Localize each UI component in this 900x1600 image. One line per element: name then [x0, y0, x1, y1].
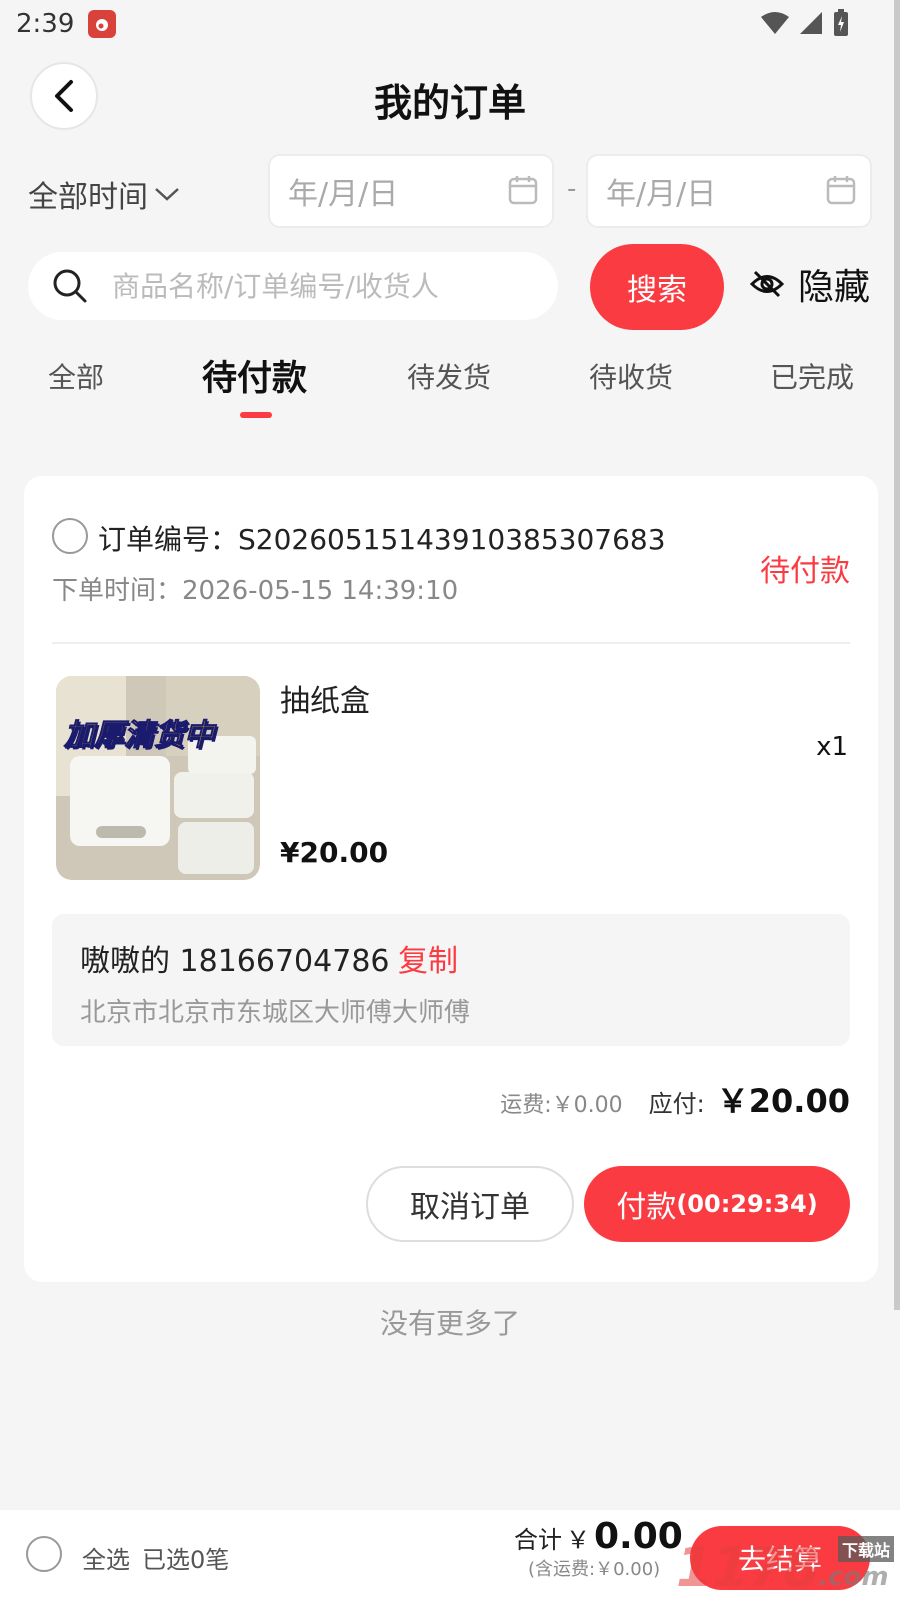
weibo-notification-icon — [88, 10, 117, 38]
pay-countdown: (00:29:34) — [676, 1190, 818, 1218]
search-icon — [53, 269, 87, 303]
search-row: 搜索 隐藏 — [0, 244, 900, 330]
divider — [52, 642, 850, 644]
tab-completed[interactable]: 已完成 — [770, 356, 854, 396]
watermark-tag: 下载站 — [837, 1536, 894, 1562]
order-time-value: 2026-05-15 14:39:10 — [182, 576, 459, 606]
product-price: ¥20.00 — [280, 836, 389, 869]
order-select-checkbox[interactable] — [52, 518, 88, 554]
order-status-badge: 待付款 — [760, 554, 850, 589]
product-quantity: x1 — [816, 732, 848, 762]
list-end-text: 没有更多了 — [379, 1307, 520, 1340]
cancel-order-button[interactable]: 取消订单 — [366, 1166, 574, 1242]
total-summary: 合计 ￥ 0.00 (含运费:￥0.00) — [514, 1516, 683, 1581]
total-currency: ￥ — [566, 1526, 590, 1554]
product-image-caption: 加厚清货中 — [64, 718, 215, 754]
watermark-logo: 1178 .com 下载站 — [676, 1534, 900, 1600]
total-value: 0.00 — [594, 1516, 683, 1557]
order-number-label: 订单编号： — [98, 523, 239, 556]
pay-button-label: 付款 — [616, 1190, 677, 1225]
battery-icon — [834, 9, 848, 36]
search-button[interactable]: 搜索 — [590, 244, 724, 330]
order-number-value: S20260515143910385307683 — [238, 523, 666, 556]
product-image[interactable]: 加厚清货中 — [56, 676, 260, 880]
tab-pending-shipment[interactable]: 待发货 — [407, 356, 491, 396]
calendar-icon — [508, 176, 538, 205]
order-time: 下单时间：2026-05-15 14:39:10 — [52, 570, 458, 607]
tab-all[interactable]: 全部 — [48, 356, 104, 396]
date-end-placeholder: 年/月/日 — [606, 177, 717, 212]
copy-address-link[interactable]: 复制 — [398, 936, 458, 980]
shipping-address-box: 嗷嗷的 18166704786 复制 北京市北京市东城区大师傅大师傅 — [52, 914, 850, 1046]
status-bar: 2:39 — [0, 0, 900, 48]
amount-due-value: ￥20.00 — [716, 1082, 850, 1120]
order-card: 订单编号：S20260515143910385307683 下单时间：2026-… — [24, 476, 878, 1282]
product-name[interactable]: 抽纸盒 — [280, 676, 370, 720]
calendar-icon — [826, 176, 856, 205]
date-start-placeholder: 年/月/日 — [288, 177, 399, 212]
time-range-label: 全部时间 — [28, 180, 148, 215]
recipient-name-phone: 嗷嗷的 18166704786 — [80, 944, 390, 979]
order-status-tabs: 全部 待付款 待发货 待收货 已完成 — [0, 340, 900, 420]
selected-count: 已选0笔 — [142, 1546, 230, 1574]
date-filter-row: 全部时间 年/月/日 - 年/月/日 — [0, 154, 900, 230]
scrollbar[interactable] — [894, 0, 900, 1310]
total-label: 合计 — [514, 1526, 562, 1554]
date-end-field[interactable]: 年/月/日 — [586, 154, 872, 228]
status-icons — [760, 8, 850, 38]
select-all-checkbox[interactable] — [26, 1536, 62, 1572]
order-time-label: 下单时间： — [52, 576, 183, 606]
tab-pending-receipt[interactable]: 待收货 — [589, 356, 673, 396]
search-input[interactable] — [112, 269, 512, 303]
wifi-icon — [761, 12, 789, 34]
signal-icon — [800, 12, 822, 34]
chevron-down-icon — [155, 188, 179, 201]
page-title: 我的订单 — [373, 81, 526, 125]
time-range-select[interactable]: 全部时间 — [28, 172, 180, 216]
price-summary: 运费:￥0.00 应付: ￥20.00 — [500, 1076, 850, 1122]
order-number: 订单编号：S20260515143910385307683 — [98, 518, 666, 558]
date-separator: - — [567, 174, 577, 204]
shipping-fee: 运费:￥0.00 — [500, 1093, 623, 1118]
hide-toggle[interactable]: 隐藏 — [750, 258, 870, 310]
search-box — [28, 252, 558, 320]
watermark-suffix: .com — [818, 1562, 889, 1592]
total-shipping-note: (含运费:￥0.00) — [528, 1559, 661, 1580]
status-time: 2:39 — [16, 9, 75, 39]
hide-label: 隐藏 — [798, 267, 871, 308]
address-line: 北京市北京市东城区大师傅大师傅 — [80, 998, 471, 1028]
active-tab-indicator — [240, 412, 272, 418]
pay-button[interactable]: 付款 (00:29:34) — [584, 1166, 850, 1242]
watermark-brand: 1178 — [676, 1535, 820, 1599]
amount-due-label: 应付: — [648, 1090, 705, 1118]
date-start-field[interactable]: 年/月/日 — [268, 154, 554, 228]
tab-pending-payment[interactable]: 待付款 — [202, 350, 307, 401]
eye-off-icon — [750, 270, 784, 298]
header: 我的订单 — [0, 56, 900, 136]
select-all-label[interactable]: 全选 — [82, 1540, 130, 1575]
